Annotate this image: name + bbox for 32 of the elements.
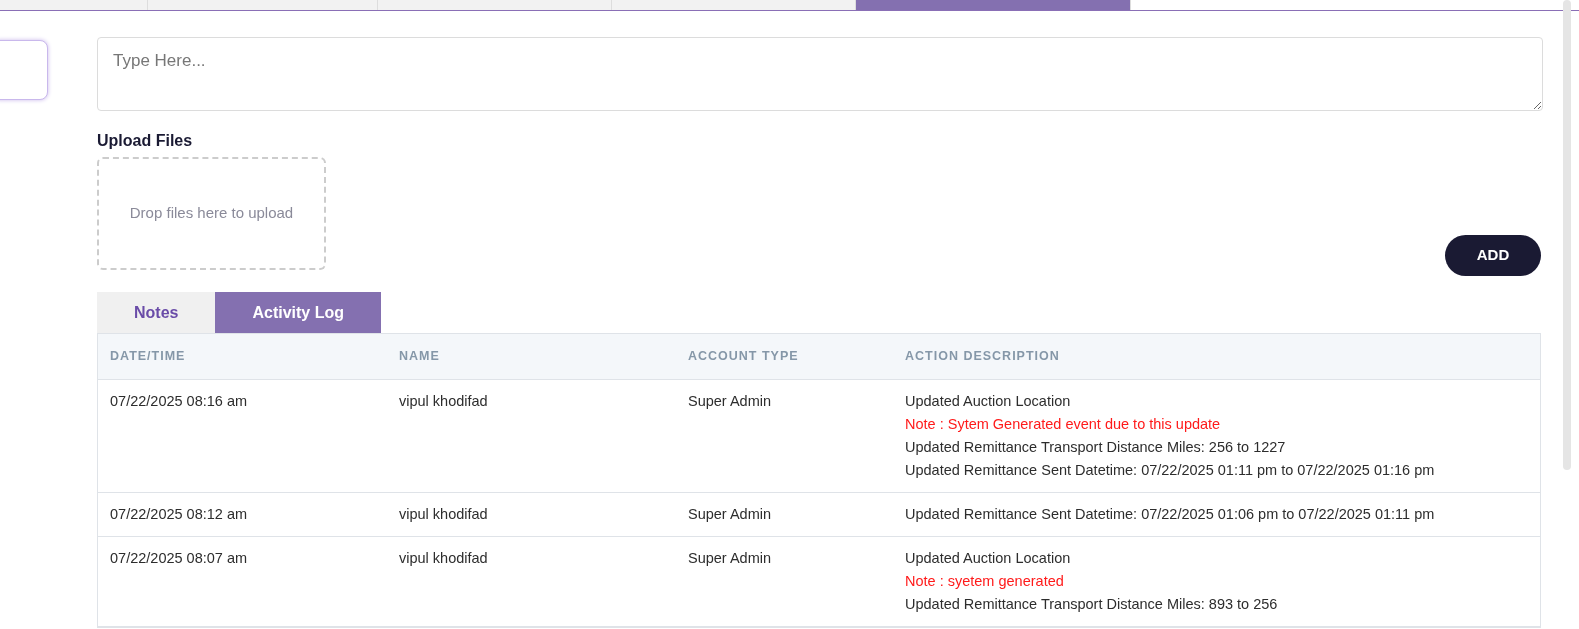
action-text: Updated Remittance Transport Distance Miles: 256 to 1227	[905, 438, 1287, 457]
upload-label: Upload Files	[97, 131, 194, 151]
table-cell-text: Super Admin	[688, 392, 773, 411]
column-header: DATE/TIME	[110, 348, 187, 366]
tab[interactable]	[148, 0, 378, 10]
table-cell-text: Super Admin	[688, 549, 773, 568]
tab[interactable]: Activity Log	[215, 292, 381, 333]
table-cell-text: vipul khodifad	[399, 549, 489, 568]
table-cell-text: 07/22/2025 08:12 am	[110, 505, 249, 524]
table-cell-text: 07/22/2025 08:16 am	[110, 392, 249, 411]
table-cell-text: 07/22/2025 08:07 am	[110, 549, 249, 568]
file-dropzone[interactable]: Drop files here to upload	[97, 157, 326, 270]
table-cell-text: vipul khodifad	[399, 392, 489, 411]
table-cell-text: vipul khodifad	[399, 505, 489, 524]
tab[interactable]	[612, 0, 856, 10]
action-text: Updated Remittance Sent Datetime: 07/22/2025 01:06 pm to 07/22/2025 01:11 pm	[905, 505, 1436, 524]
action-text: Updated Auction Location	[905, 392, 1072, 411]
tab[interactable]: Notes	[97, 292, 216, 333]
note-text: Note : Sytem Generated event due to this update	[905, 415, 1222, 434]
action-text: Updated Remittance Sent Datetime: 07/22/2025 01:11 pm to 07/22/2025 01:16 pm	[905, 461, 1436, 480]
note-input-field[interactable]: Type Here...	[97, 37, 1543, 111]
add-button[interactable]: ADD	[1445, 235, 1541, 276]
column-header: NAME	[399, 348, 441, 366]
action-text: Updated Auction Location	[905, 549, 1072, 568]
note-text: Note : syetem generated	[905, 572, 1065, 591]
column-header: ACTION DESCRIPTION	[905, 348, 1061, 366]
action-text: Updated Remittance Transport Distance Miles: 893 to 256	[905, 595, 1279, 614]
tab[interactable]	[856, 0, 1131, 10]
tab[interactable]	[378, 0, 612, 10]
column-header: ACCOUNT TYPE	[688, 348, 800, 366]
tab[interactable]	[0, 0, 148, 10]
table-cell-text: Super Admin	[688, 505, 773, 524]
